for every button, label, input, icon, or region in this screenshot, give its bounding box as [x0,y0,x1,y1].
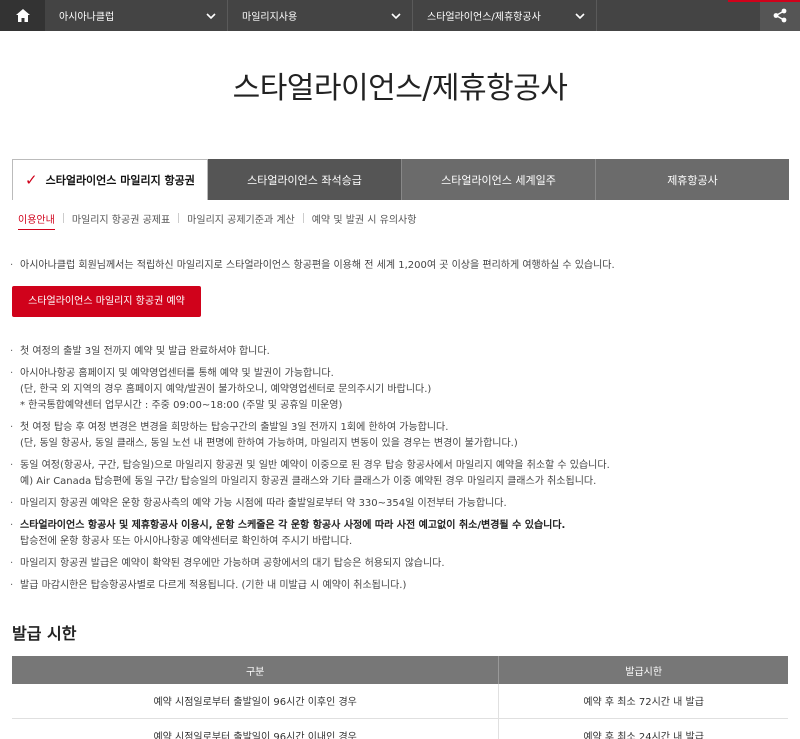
notice-text: 첫 여정의 출발 3일 전까지 예약 및 발급 완료하셔야 합니다. [20,346,270,357]
home-button[interactable] [0,0,45,31]
notice-text: * 한국통합예약센터 업무시간 : 주중 09:00~18:00 (주말 및 공… [20,400,343,411]
tab-label: 스타얼라이언스 좌석승급 [247,173,362,187]
tab-partner-airlines[interactable]: 제휴항공사 [596,159,789,200]
chevron-down-icon [575,12,585,19]
check-icon: ✓ [25,171,38,189]
notice-item: 첫 여정의 출발 3일 전까지 예약 및 발급 완료하셔야 합니다. [10,344,788,360]
notice-item: 마일리지 항공권 예약은 운항 항공사측의 예약 가능 시점에 따라 출발일로부… [10,496,788,512]
main-tabs: ✓ 스타얼라이언스 마일리지 항공권 스타얼라이언스 좌석승급 스타얼라이언스 … [12,159,789,200]
table-row: 예약 시점일로부터 출발일이 96시간 이후인 경우 예약 후 최소 72시간 … [12,684,788,719]
table-cell: 예약 시점일로부터 출발일이 96시간 이후인 경우 [12,684,500,719]
tab-round-the-world[interactable]: 스타얼라이언스 세계일주 [402,159,596,200]
notice-text-bold: 스타얼라이언스 항공사 및 제휴항공사 이용시, 운항 스케줄은 각 운항 항공… [20,520,566,531]
book-mileage-ticket-button[interactable]: 스타얼라이언스 마일리지 항공권 예약 [12,286,201,317]
notice-item: 발급 마감시한은 탑승항공사별로 다르게 적용됩니다. (기한 내 미발급 시 … [10,578,788,594]
notice-item: 아시아나항공 홈페이지 및 예약영업센터를 통해 예약 및 발권이 가능합니다.… [10,366,788,414]
notice-text: 탑승전에 운항 항공사 또는 아시아나항공 예약센터로 확인하여 주시기 바랍니… [20,536,353,547]
breadcrumb-dropdown-3[interactable]: 스타얼라이언스/제휴항공사 [413,0,597,31]
notice-text: 동일 여정(항공사, 구간, 탑승일)으로 마일리지 항공권 및 일반 예약이 … [20,460,610,471]
tab-label: 제휴항공사 [667,173,718,187]
table-cell: 예약 후 최소 72시간 내 발급 [498,684,788,719]
table-header-row: 구분 발급시한 [12,656,788,684]
notice-text: 아시아나항공 홈페이지 및 예약영업센터를 통해 예약 및 발권이 가능합니다. [20,368,334,379]
breadcrumb-label-1: 아시아나클럽 [59,12,115,23]
tab-upgrade[interactable]: 스타얼라이언스 좌석승급 [208,159,402,200]
tab-label: 스타얼라이언스 세계일주 [441,173,556,187]
chevron-down-icon [391,12,401,19]
table-header: 구분 [12,656,500,684]
accent-bar [728,0,800,2]
content-area: 아시아나클럽 회원님께서는 적립하신 마일리지로 스타얼라이언스 항공편을 이용… [10,258,788,594]
subtab-deduction-chart[interactable]: 마일리지 항공권 공제표 [72,211,170,229]
subtab-usage-guide[interactable]: 이용안내 [18,211,55,230]
subtab-booking-notes[interactable]: 예약 및 발권 시 유의사항 [312,211,417,229]
breadcrumb-dropdown-1[interactable]: 아시아나클럽 [45,0,228,31]
notice-text: (단, 한국 외 지역의 경우 홈페이지 예약/발권이 불가하오니, 예약영업센… [20,384,432,395]
issue-deadline-table: 구분 발급시한 예약 시점일로부터 출발일이 96시간 이후인 경우 예약 후 … [12,656,788,739]
notice-text: 예) Air Canada 탑승편에 동일 구간/ 탑승일의 마일리지 항공권 … [20,476,597,487]
chevron-down-icon [206,12,216,19]
share-icon [773,8,787,23]
notice-text: 발급 마감시한은 탑승항공사별로 다르게 적용됩니다. (기한 내 미발급 시 … [20,580,407,591]
intro-text: 아시아나클럽 회원님께서는 적립하신 마일리지로 스타얼라이언스 항공편을 이용… [10,258,788,274]
table-header: 발급시한 [498,656,788,684]
home-icon [15,9,30,22]
divider [302,213,304,223]
table-cell: 예약 시점일로부터 출발일이 96시간 이내인 경우 [12,718,500,739]
notice-item: 스타얼라이언스 항공사 및 제휴항공사 이용시, 운항 스케줄은 각 운항 항공… [10,518,788,550]
breadcrumb-label-2: 마일리지사용 [242,12,298,23]
notice-item: 마일리지 항공권 발급은 예약이 확약된 경우에만 가능하며 공항에서의 대기 … [10,556,788,572]
breadcrumb-label-3: 스타얼라이언스/제휴항공사 [427,12,541,23]
subtab-deduction-criteria[interactable]: 마일리지 공제기준과 계산 [187,211,295,229]
notice-text: 첫 여정 탑승 후 여정 변경은 변경을 희망하는 탑승구간의 출발일 3일 전… [20,422,449,433]
notice-item: 첫 여정 탑승 후 여정 변경은 변경을 희망하는 탑승구간의 출발일 3일 전… [10,420,788,452]
divider [62,213,64,223]
share-button[interactable] [760,0,800,31]
page-title: 스타얼라이언스/제휴항공사 [232,71,568,106]
notice-list: 첫 여정의 출발 3일 전까지 예약 및 발급 완료하셔야 합니다. 아시아나항… [10,344,788,594]
table-cell: 예약 후 최소 24시간 내 발급 [498,718,788,739]
divider [178,213,180,223]
top-nav-bar: 아시아나클럽 마일리지사용 스타얼라이언스/제휴항공사 [0,0,800,31]
notice-text: 마일리지 항공권 예약은 운항 항공사측의 예약 가능 시점에 따라 출발일로부… [20,498,507,509]
tab-mileage-ticket[interactable]: ✓ 스타얼라이언스 마일리지 항공권 [12,159,208,200]
table-row: 예약 시점일로부터 출발일이 96시간 이내인 경우 예약 후 최소 24시간 … [12,718,788,739]
notice-text: (단, 동일 항공사, 동일 클래스, 동일 노선 내 편명에 한하여 가능하며… [20,438,518,449]
tab-label: 스타얼라이언스 마일리지 항공권 [45,174,195,187]
sub-tabs: 이용안내 마일리지 항공권 공제표 마일리지 공제기준과 계산 예약 및 발권 … [18,211,800,233]
breadcrumb-dropdown-2[interactable]: 마일리지사용 [228,0,413,31]
notice-text: 마일리지 항공권 발급은 예약이 확약된 경우에만 가능하며 공항에서의 대기 … [20,558,445,569]
issue-deadline-title: 발급 시한 [12,624,77,643]
notice-item: 동일 여정(항공사, 구간, 탑승일)으로 마일리지 항공권 및 일반 예약이 … [10,458,788,490]
